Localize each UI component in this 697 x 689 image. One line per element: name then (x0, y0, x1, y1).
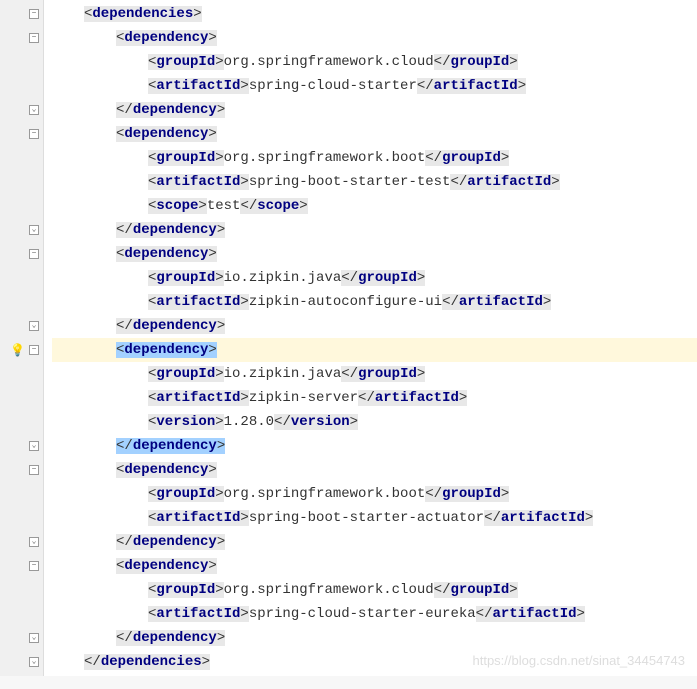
gutter-row (0, 290, 43, 314)
fold-toggle-icon[interactable]: − (29, 345, 39, 355)
gutter-row (0, 578, 43, 602)
gutter-row (0, 506, 43, 530)
code-line[interactable]: <dependency> (52, 122, 697, 146)
intention-bulb-icon[interactable]: 💡 (10, 343, 25, 358)
gutter-row: − (0, 242, 43, 266)
fold-toggle-icon[interactable]: − (29, 129, 39, 139)
code-line[interactable]: <groupId>org.springframework.cloud</grou… (52, 578, 697, 602)
gutter-row: − (0, 26, 43, 50)
code-line[interactable]: </dependency> (52, 626, 697, 650)
fold-toggle-icon[interactable]: − (29, 33, 39, 43)
gutter-row (0, 482, 43, 506)
code-line[interactable]: </dependency> (52, 314, 697, 338)
gutter-row: ⌄ (0, 314, 43, 338)
code-line[interactable]: <version>1.28.0</version> (52, 410, 697, 434)
code-line[interactable]: <groupId>org.springframework.boot</group… (52, 146, 697, 170)
code-line[interactable]: <groupId>org.springframework.boot</group… (52, 482, 697, 506)
gutter-row: 💡− (0, 338, 43, 362)
code-line[interactable]: </dependency> (52, 218, 697, 242)
gutter-row (0, 602, 43, 626)
gutter-row: ⌄ (0, 434, 43, 458)
code-line[interactable]: <artifactId>spring-cloud-starter-eureka<… (52, 602, 697, 626)
code-line[interactable]: <dependencies> (52, 2, 697, 26)
code-line[interactable]: <artifactId>zipkin-autoconfigure-ui</art… (52, 290, 697, 314)
code-line[interactable]: <scope>test</scope> (52, 194, 697, 218)
gutter-row: ⌄ (0, 218, 43, 242)
gutter-row (0, 170, 43, 194)
gutter-row: ⌄ (0, 98, 43, 122)
code-line[interactable]: <groupId>io.zipkin.java</groupId> (52, 266, 697, 290)
gutter-row: − (0, 554, 43, 578)
code-line[interactable]: <artifactId>zipkin-server</artifactId> (52, 386, 697, 410)
fold-end-icon: ⌄ (29, 657, 39, 667)
fold-end-icon: ⌄ (29, 537, 39, 547)
gutter-row: ⌄ (0, 650, 43, 674)
fold-toggle-icon[interactable]: − (29, 561, 39, 571)
gutter-row (0, 50, 43, 74)
code-line[interactable]: <groupId>org.springframework.cloud</grou… (52, 50, 697, 74)
code-line[interactable]: <groupId>io.zipkin.java</groupId> (52, 362, 697, 386)
gutter-row (0, 194, 43, 218)
code-editor[interactable]: −−⌄−⌄−⌄💡−⌄−⌄−⌄⌄ <dependencies><dependenc… (0, 0, 697, 676)
fold-end-icon: ⌄ (29, 105, 39, 115)
code-line[interactable]: <dependency> (52, 554, 697, 578)
gutter: −−⌄−⌄−⌄💡−⌄−⌄−⌄⌄ (0, 0, 44, 676)
fold-end-icon: ⌄ (29, 225, 39, 235)
fold-end-icon: ⌄ (29, 633, 39, 643)
code-line[interactable]: </dependency> (52, 434, 697, 458)
fold-toggle-icon[interactable]: − (29, 249, 39, 259)
code-line[interactable]: </dependencies> (52, 650, 697, 674)
gutter-row: − (0, 122, 43, 146)
code-line[interactable]: <dependency> (52, 26, 697, 50)
code-line[interactable]: <artifactId>spring-boot-starter-test</ar… (52, 170, 697, 194)
gutter-row: − (0, 458, 43, 482)
fold-end-icon: ⌄ (29, 321, 39, 331)
gutter-row (0, 362, 43, 386)
code-line[interactable]: <artifactId>spring-cloud-starter</artifa… (52, 74, 697, 98)
gutter-row: ⌄ (0, 530, 43, 554)
gutter-row (0, 410, 43, 434)
code-line[interactable]: </dependency> (52, 98, 697, 122)
gutter-row (0, 146, 43, 170)
fold-end-icon: ⌄ (29, 441, 39, 451)
gutter-row (0, 266, 43, 290)
code-line[interactable]: </dependency> (52, 530, 697, 554)
code-line[interactable]: <artifactId>spring-boot-starter-actuator… (52, 506, 697, 530)
fold-toggle-icon[interactable]: − (29, 9, 39, 19)
code-line[interactable]: <dependency> (52, 458, 697, 482)
gutter-row: ⌄ (0, 626, 43, 650)
fold-toggle-icon[interactable]: − (29, 465, 39, 475)
code-line[interactable]: <dependency> (52, 338, 697, 362)
gutter-row (0, 386, 43, 410)
code-line[interactable]: <dependency> (52, 242, 697, 266)
gutter-row (0, 74, 43, 98)
code-area[interactable]: <dependencies><dependency><groupId>org.s… (44, 0, 697, 676)
gutter-row: − (0, 2, 43, 26)
